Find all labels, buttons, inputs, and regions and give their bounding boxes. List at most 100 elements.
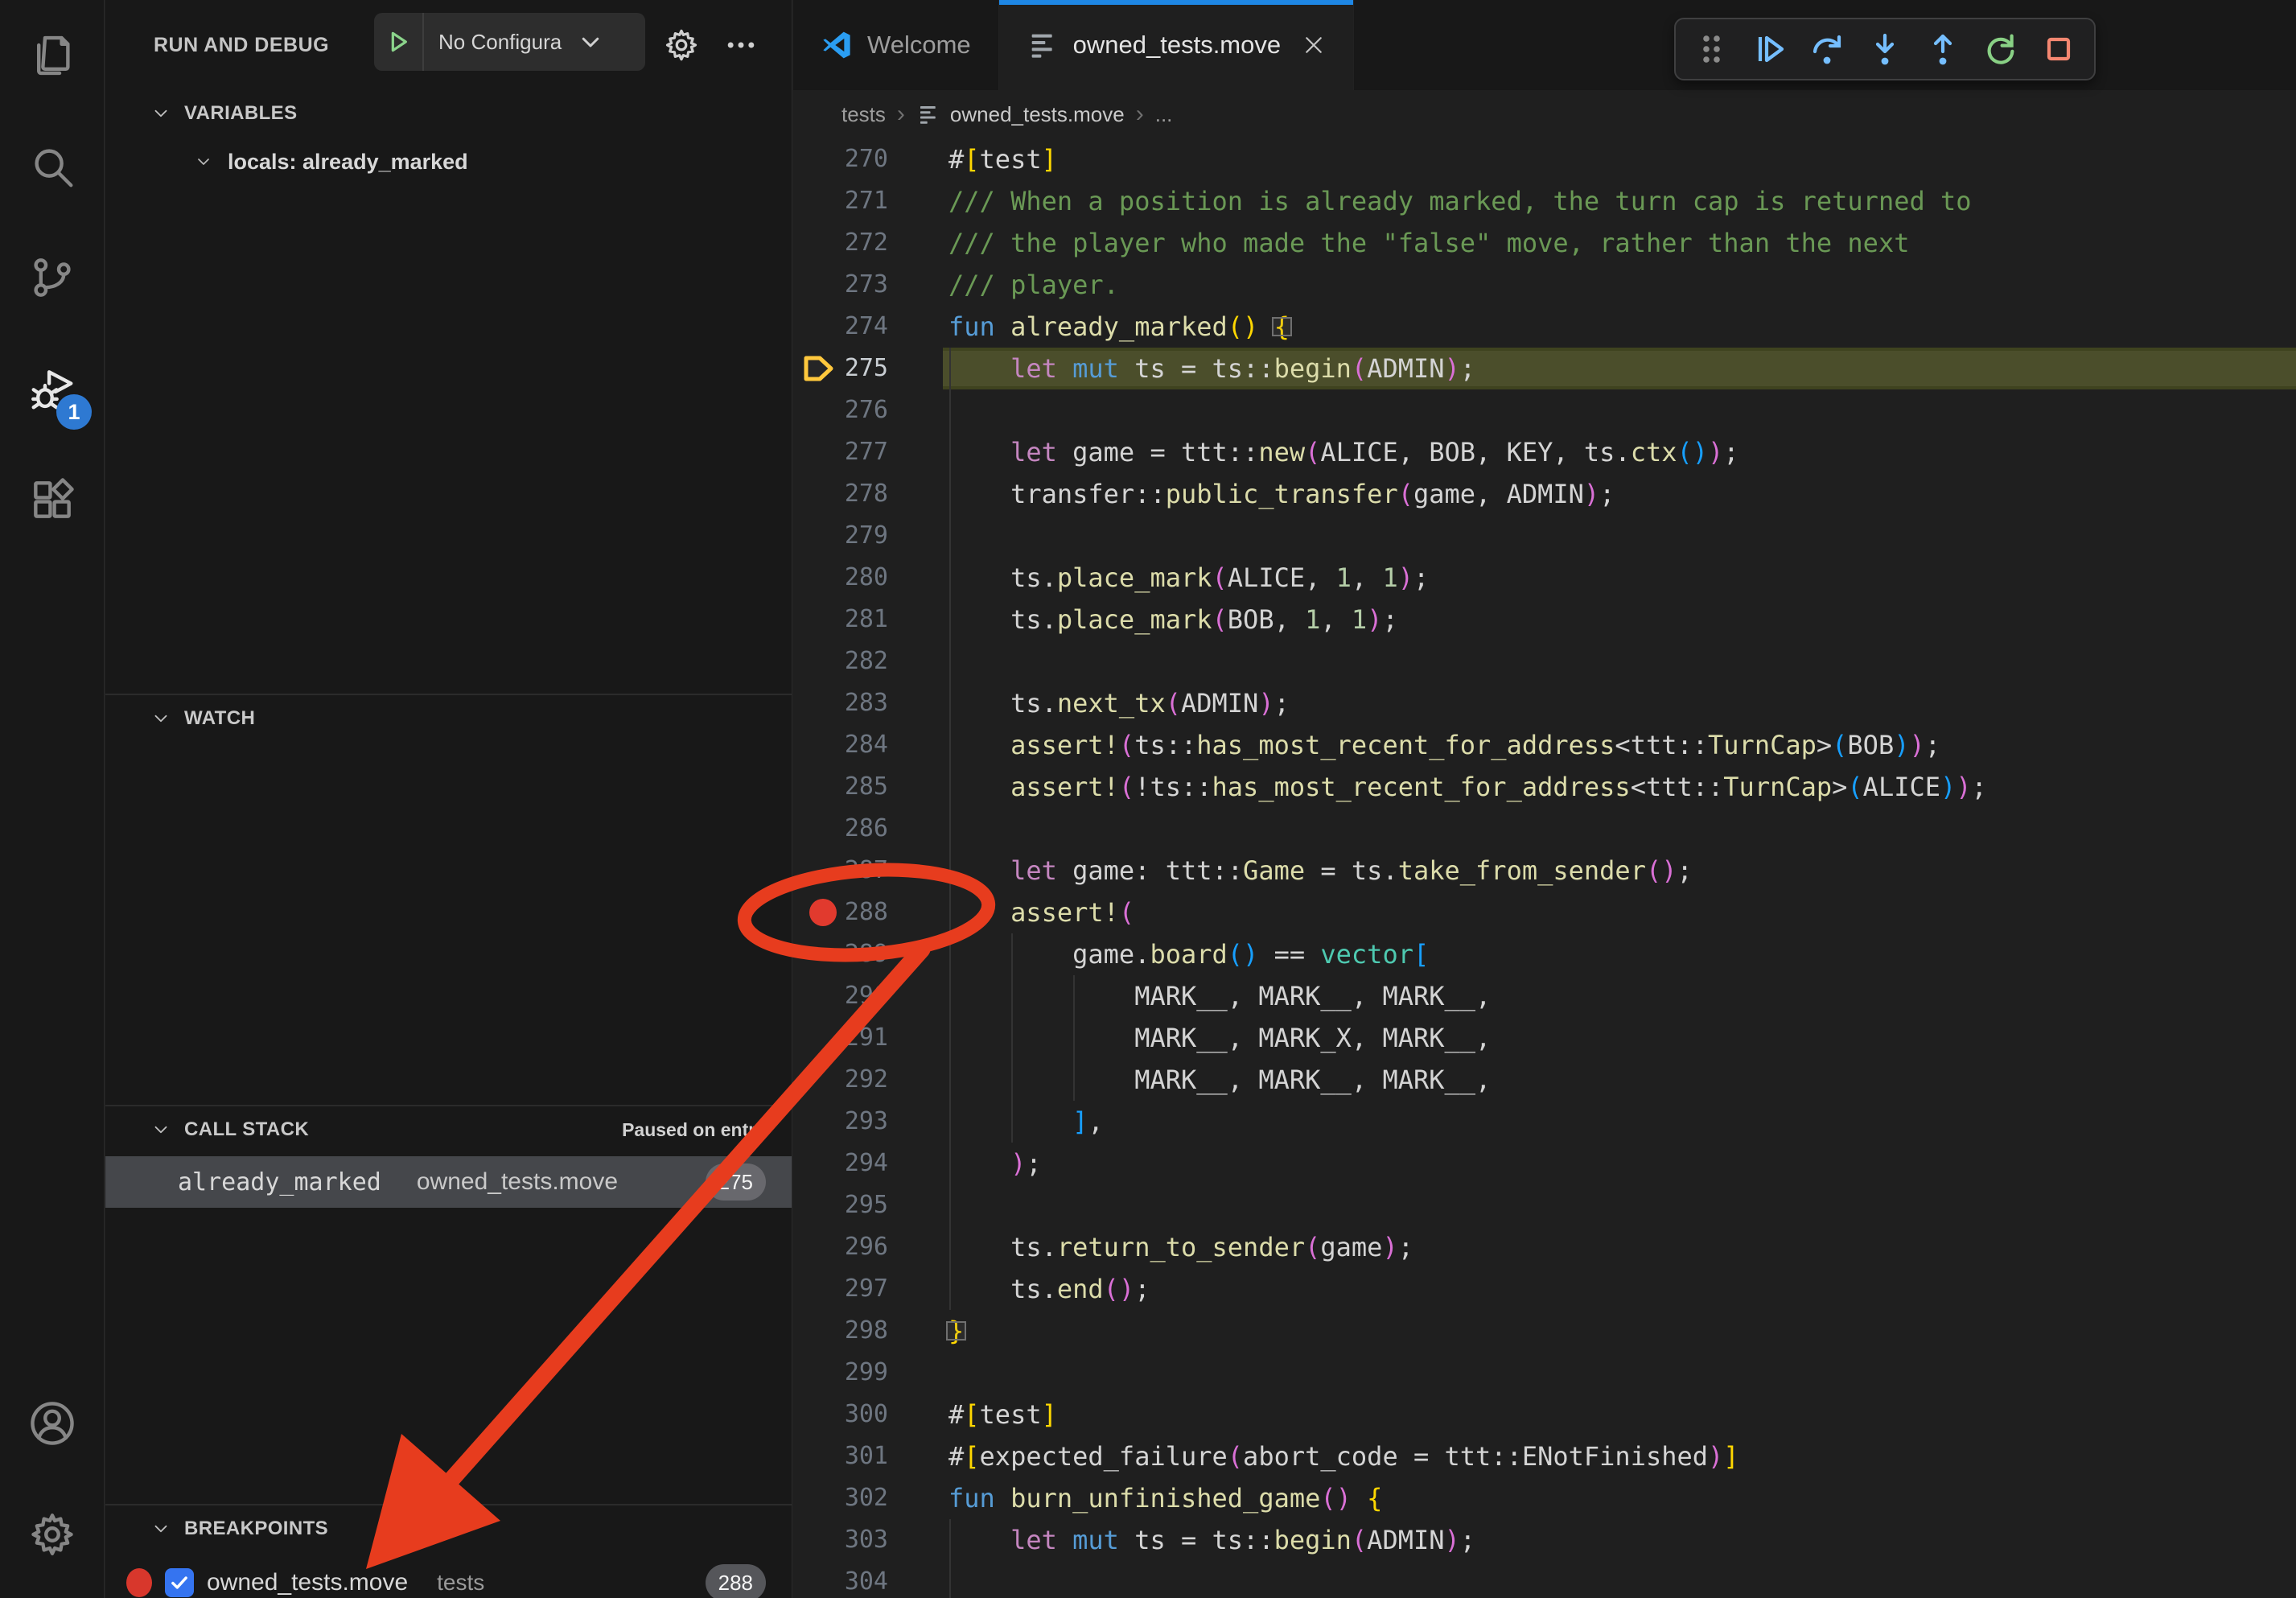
- editor-gutter[interactable]: 301: [793, 1435, 888, 1477]
- code-line[interactable]: 271/// When a position is already marked…: [793, 180, 2296, 222]
- editor-gutter[interactable]: 295: [793, 1184, 888, 1226]
- editor-gutter[interactable]: 299: [793, 1352, 888, 1394]
- variables-scope-row[interactable]: locals: already_marked: [105, 137, 792, 187]
- code-line[interactable]: 300#[test]: [793, 1394, 2296, 1435]
- code-line[interactable]: 283 ts.next_tx(ADMIN);: [793, 682, 2296, 724]
- editor-gutter[interactable]: 277: [793, 431, 888, 473]
- editor-gutter[interactable]: 304: [793, 1561, 888, 1598]
- code-line[interactable]: 294 );: [793, 1143, 2296, 1184]
- editor-gutter[interactable]: 288: [793, 892, 888, 933]
- breakpoints-section-header[interactable]: BREAKPOINTS: [105, 1505, 792, 1552]
- editor-gutter[interactable]: 279: [793, 515, 888, 557]
- step-over-button[interactable]: [1798, 19, 1856, 79]
- editor-gutter[interactable]: 275: [793, 348, 888, 389]
- call-stack-frame-row[interactable]: already_marked owned_tests.move 275: [105, 1156, 792, 1208]
- editor-gutter[interactable]: 283: [793, 682, 888, 724]
- breadcrumb-item[interactable]: owned_tests.move: [916, 102, 1125, 127]
- code-line[interactable]: 302fun burn_unfinished_game() {: [793, 1477, 2296, 1519]
- code-line[interactable]: 291 MARK__, MARK_X, MARK__,: [793, 1017, 2296, 1059]
- editor-gutter[interactable]: 276: [793, 389, 888, 431]
- code-line[interactable]: 297 ts.end();: [793, 1268, 2296, 1310]
- call-stack-section-header[interactable]: CALL STACK Paused on entry: [105, 1106, 792, 1153]
- code-line[interactable]: 301#[expected_failure(abort_code = ttt::…: [793, 1435, 2296, 1477]
- breadcrumb-item[interactable]: ...: [1155, 102, 1173, 127]
- variables-section-header[interactable]: VARIABLES: [105, 90, 792, 137]
- editor-gutter[interactable]: 291: [793, 1017, 888, 1059]
- activity-bar-extensions-icon[interactable]: [0, 444, 105, 555]
- editor-gutter[interactable]: 273: [793, 264, 888, 306]
- code-line[interactable]: 274fun already_marked() {: [793, 306, 2296, 348]
- code-line[interactable]: 288 assert!(: [793, 892, 2296, 933]
- editor-gutter[interactable]: 292: [793, 1059, 888, 1101]
- editor-gutter[interactable]: 280: [793, 557, 888, 599]
- code-line[interactable]: 272/// the player who made the "false" m…: [793, 222, 2296, 264]
- step-into-button[interactable]: [1856, 19, 1914, 79]
- tab-welcome[interactable]: Welcome: [793, 0, 999, 90]
- close-icon[interactable]: [1302, 33, 1326, 57]
- code-line[interactable]: 275 let mut ts = ts::begin(ADMIN);: [793, 348, 2296, 389]
- code-line[interactable]: 281 ts.place_mark(BOB, 1, 1);: [793, 599, 2296, 640]
- editor-gutter[interactable]: 298: [793, 1310, 888, 1352]
- code-line[interactable]: 276: [793, 389, 2296, 431]
- activity-bar-search-icon[interactable]: [0, 111, 105, 222]
- start-debug-icon[interactable]: [374, 13, 424, 71]
- editor-gutter[interactable]: 285: [793, 766, 888, 808]
- more-actions-icon[interactable]: [723, 27, 759, 63]
- code-line[interactable]: 292 MARK__, MARK__, MARK__,: [793, 1059, 2296, 1101]
- editor-gutter[interactable]: 289: [793, 933, 888, 975]
- editor-gutter[interactable]: 297: [793, 1268, 888, 1310]
- code-line[interactable]: 280 ts.place_mark(ALICE, 1, 1);: [793, 557, 2296, 599]
- editor-gutter[interactable]: 274: [793, 306, 888, 348]
- code-line[interactable]: 304: [793, 1561, 2296, 1598]
- tab-owned-tests-move[interactable]: owned_tests.move: [999, 0, 1354, 90]
- activity-bar-settings-icon[interactable]: [0, 1479, 105, 1590]
- code-line[interactable]: 298}: [793, 1310, 2296, 1352]
- code-area[interactable]: 270#[test]271/// When a position is alre…: [793, 138, 2296, 1598]
- activity-bar-source-control-icon[interactable]: [0, 222, 105, 333]
- code-line[interactable]: 290 MARK__, MARK__, MARK__,: [793, 975, 2296, 1017]
- editor-gutter[interactable]: 278: [793, 473, 888, 515]
- debug-config-dropdown[interactable]: No Configura: [374, 13, 645, 71]
- code-line[interactable]: 303 let mut ts = ts::begin(ADMIN);: [793, 1519, 2296, 1561]
- code-line[interactable]: 299: [793, 1352, 2296, 1394]
- code-line[interactable]: 286: [793, 808, 2296, 850]
- drag-handle[interactable]: [1682, 19, 1740, 79]
- code-line[interactable]: 279: [793, 515, 2296, 557]
- code-line[interactable]: 285 assert!(!ts::has_most_recent_for_add…: [793, 766, 2296, 808]
- code-line[interactable]: 277 let game = ttt::new(ALICE, BOB, KEY,…: [793, 431, 2296, 473]
- breakpoint-list-item[interactable]: owned_tests.move tests 288: [105, 1557, 792, 1598]
- editor-gutter[interactable]: 282: [793, 640, 888, 682]
- restart-button[interactable]: [1972, 19, 2030, 79]
- editor-gutter[interactable]: 300: [793, 1394, 888, 1435]
- code-line[interactable]: 278 transfer::public_transfer(game, ADMI…: [793, 473, 2296, 515]
- code-line[interactable]: 273/// player.: [793, 264, 2296, 306]
- editor-gutter[interactable]: 296: [793, 1226, 888, 1268]
- editor-gutter[interactable]: 287: [793, 850, 888, 892]
- editor-gutter[interactable]: 303: [793, 1519, 888, 1561]
- breadcrumb-item[interactable]: tests: [841, 102, 886, 127]
- code-line[interactable]: 270#[test]: [793, 138, 2296, 180]
- code-line[interactable]: 293 ],: [793, 1101, 2296, 1143]
- activity-bar-run-and-debug-icon[interactable]: 1: [0, 333, 105, 444]
- step-out-button[interactable]: [1914, 19, 1972, 79]
- editor-gutter[interactable]: 302: [793, 1477, 888, 1519]
- editor-gutter[interactable]: 272: [793, 222, 888, 264]
- editor-gutter[interactable]: 290: [793, 975, 888, 1017]
- continue-button[interactable]: [1740, 19, 1798, 79]
- code-line[interactable]: 295: [793, 1184, 2296, 1226]
- editor-gutter[interactable]: 286: [793, 808, 888, 850]
- editor-gutter[interactable]: 271: [793, 180, 888, 222]
- code-line[interactable]: 287 let game: ttt::Game = ts.take_from_s…: [793, 850, 2296, 892]
- activity-bar-explorer-icon[interactable]: [0, 0, 105, 111]
- editor-gutter[interactable]: 284: [793, 724, 888, 766]
- code-line[interactable]: 296 ts.return_to_sender(game);: [793, 1226, 2296, 1268]
- editor-gutter[interactable]: 294: [793, 1143, 888, 1184]
- watch-section-header[interactable]: WATCH: [105, 695, 792, 742]
- editor-gutter[interactable]: 270: [793, 138, 888, 180]
- editor-gutter[interactable]: 293: [793, 1101, 888, 1143]
- breakpoint-checkbox[interactable]: [165, 1568, 194, 1597]
- stop-button[interactable]: [2030, 19, 2088, 79]
- activity-bar-account-icon[interactable]: [0, 1368, 105, 1479]
- code-line[interactable]: 289 game.board() == vector[: [793, 933, 2296, 975]
- editor-gutter[interactable]: 281: [793, 599, 888, 640]
